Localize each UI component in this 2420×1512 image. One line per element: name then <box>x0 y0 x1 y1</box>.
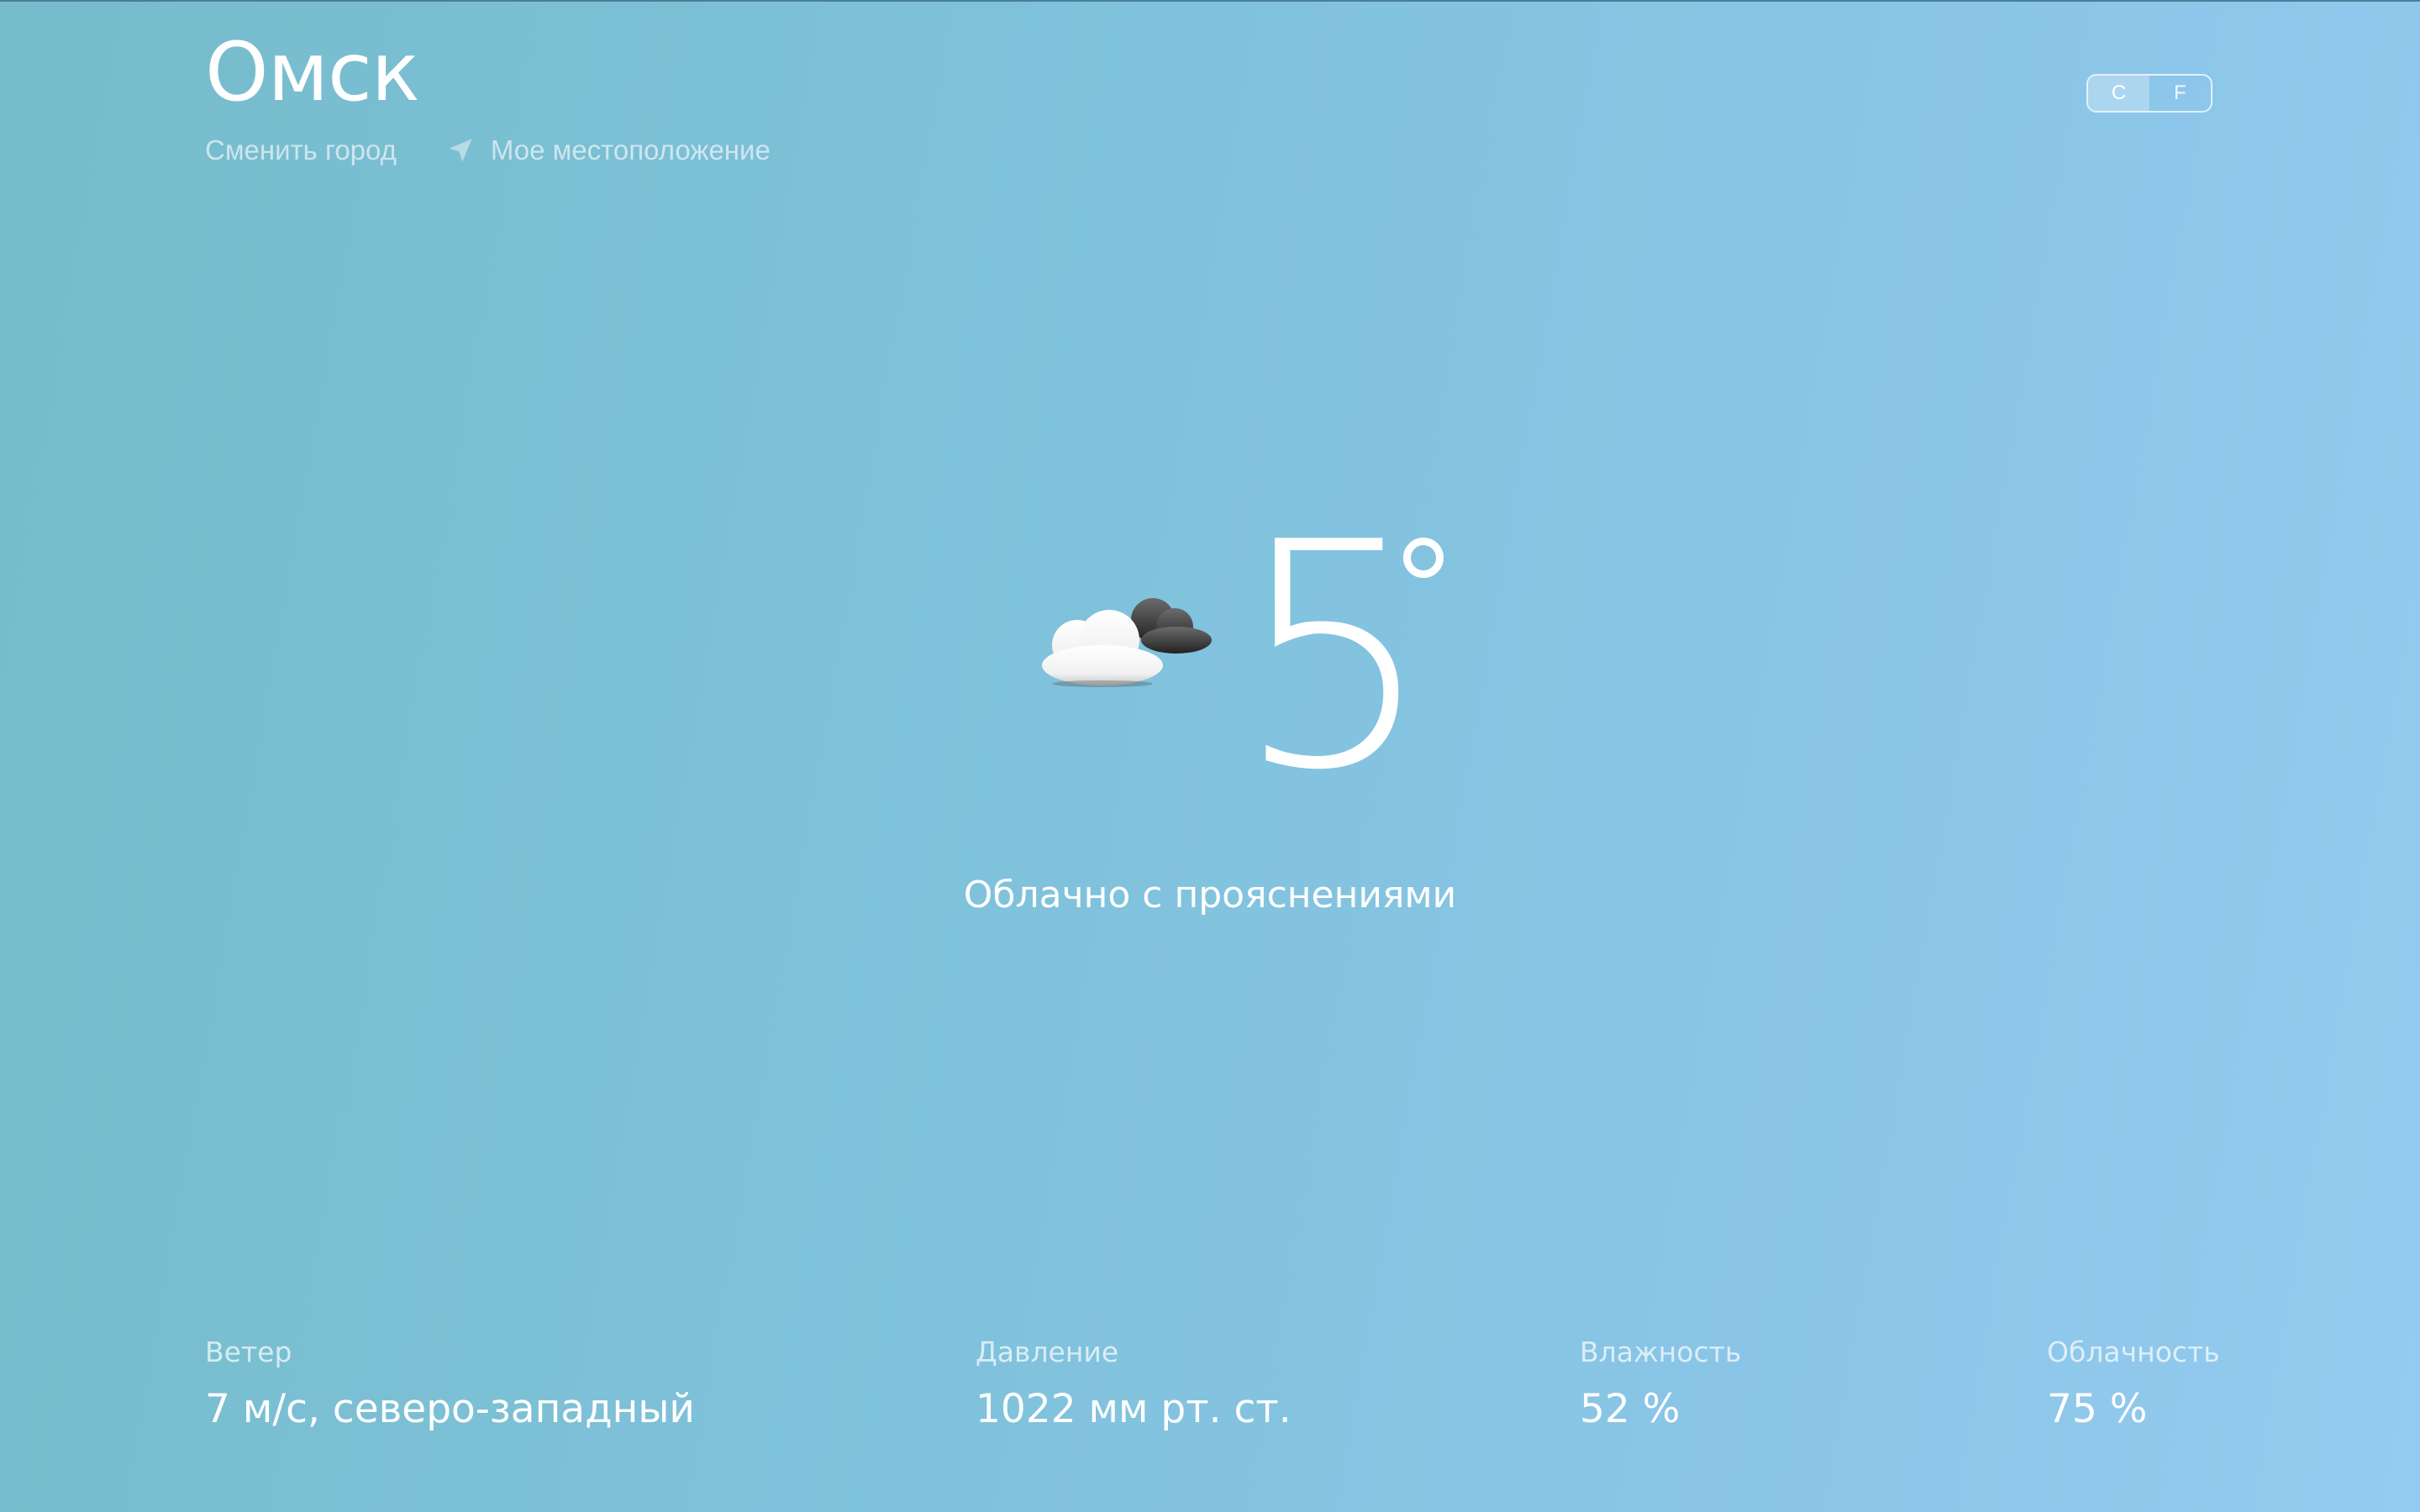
city-title: Омск <box>205 25 420 119</box>
my-location-button[interactable]: Мое местоположение <box>445 134 771 166</box>
unit-toggle[interactable]: C F <box>2086 74 2212 113</box>
weather-condition: Облачно с прояснениями <box>963 874 1457 916</box>
stat-value: 1022 мм рт. ст. <box>976 1386 1292 1432</box>
stat-label: Ветер <box>205 1336 292 1368</box>
stat-label: Облачность <box>2047 1336 2220 1368</box>
stat-cloudiness: Облачность 75 % <box>2047 1331 2220 1436</box>
partly-cloudy-icon <box>1027 580 1228 706</box>
header: Омск <box>205 25 420 119</box>
stat-value: 7 м/с, северо-западный <box>205 1386 695 1432</box>
fahrenheit-button[interactable]: F <box>2149 76 2211 111</box>
stat-humidity: Влажность 52 % <box>1580 1331 1741 1436</box>
city-controls: Сменить город Мое местоположение <box>205 134 771 166</box>
my-location-label: Мое местоположение <box>490 134 771 165</box>
location-arrow-icon <box>445 135 476 165</box>
stat-value: 52 % <box>1580 1386 1681 1432</box>
stat-wind: Ветер 7 м/с, северо-западный <box>205 1331 695 1436</box>
stat-label: Давление <box>976 1336 1119 1368</box>
celsius-button[interactable]: C <box>2088 76 2149 111</box>
top-border <box>0 0 2420 2</box>
stat-pressure: Давление 1022 мм рт. ст. <box>976 1331 1292 1436</box>
temperature-value: 5 <box>1235 477 1433 838</box>
stat-label: Влажность <box>1580 1336 1742 1368</box>
change-city-button[interactable]: Сменить город <box>205 134 397 166</box>
stat-value: 75 % <box>2047 1386 2148 1432</box>
degree-symbol <box>1403 538 1444 578</box>
